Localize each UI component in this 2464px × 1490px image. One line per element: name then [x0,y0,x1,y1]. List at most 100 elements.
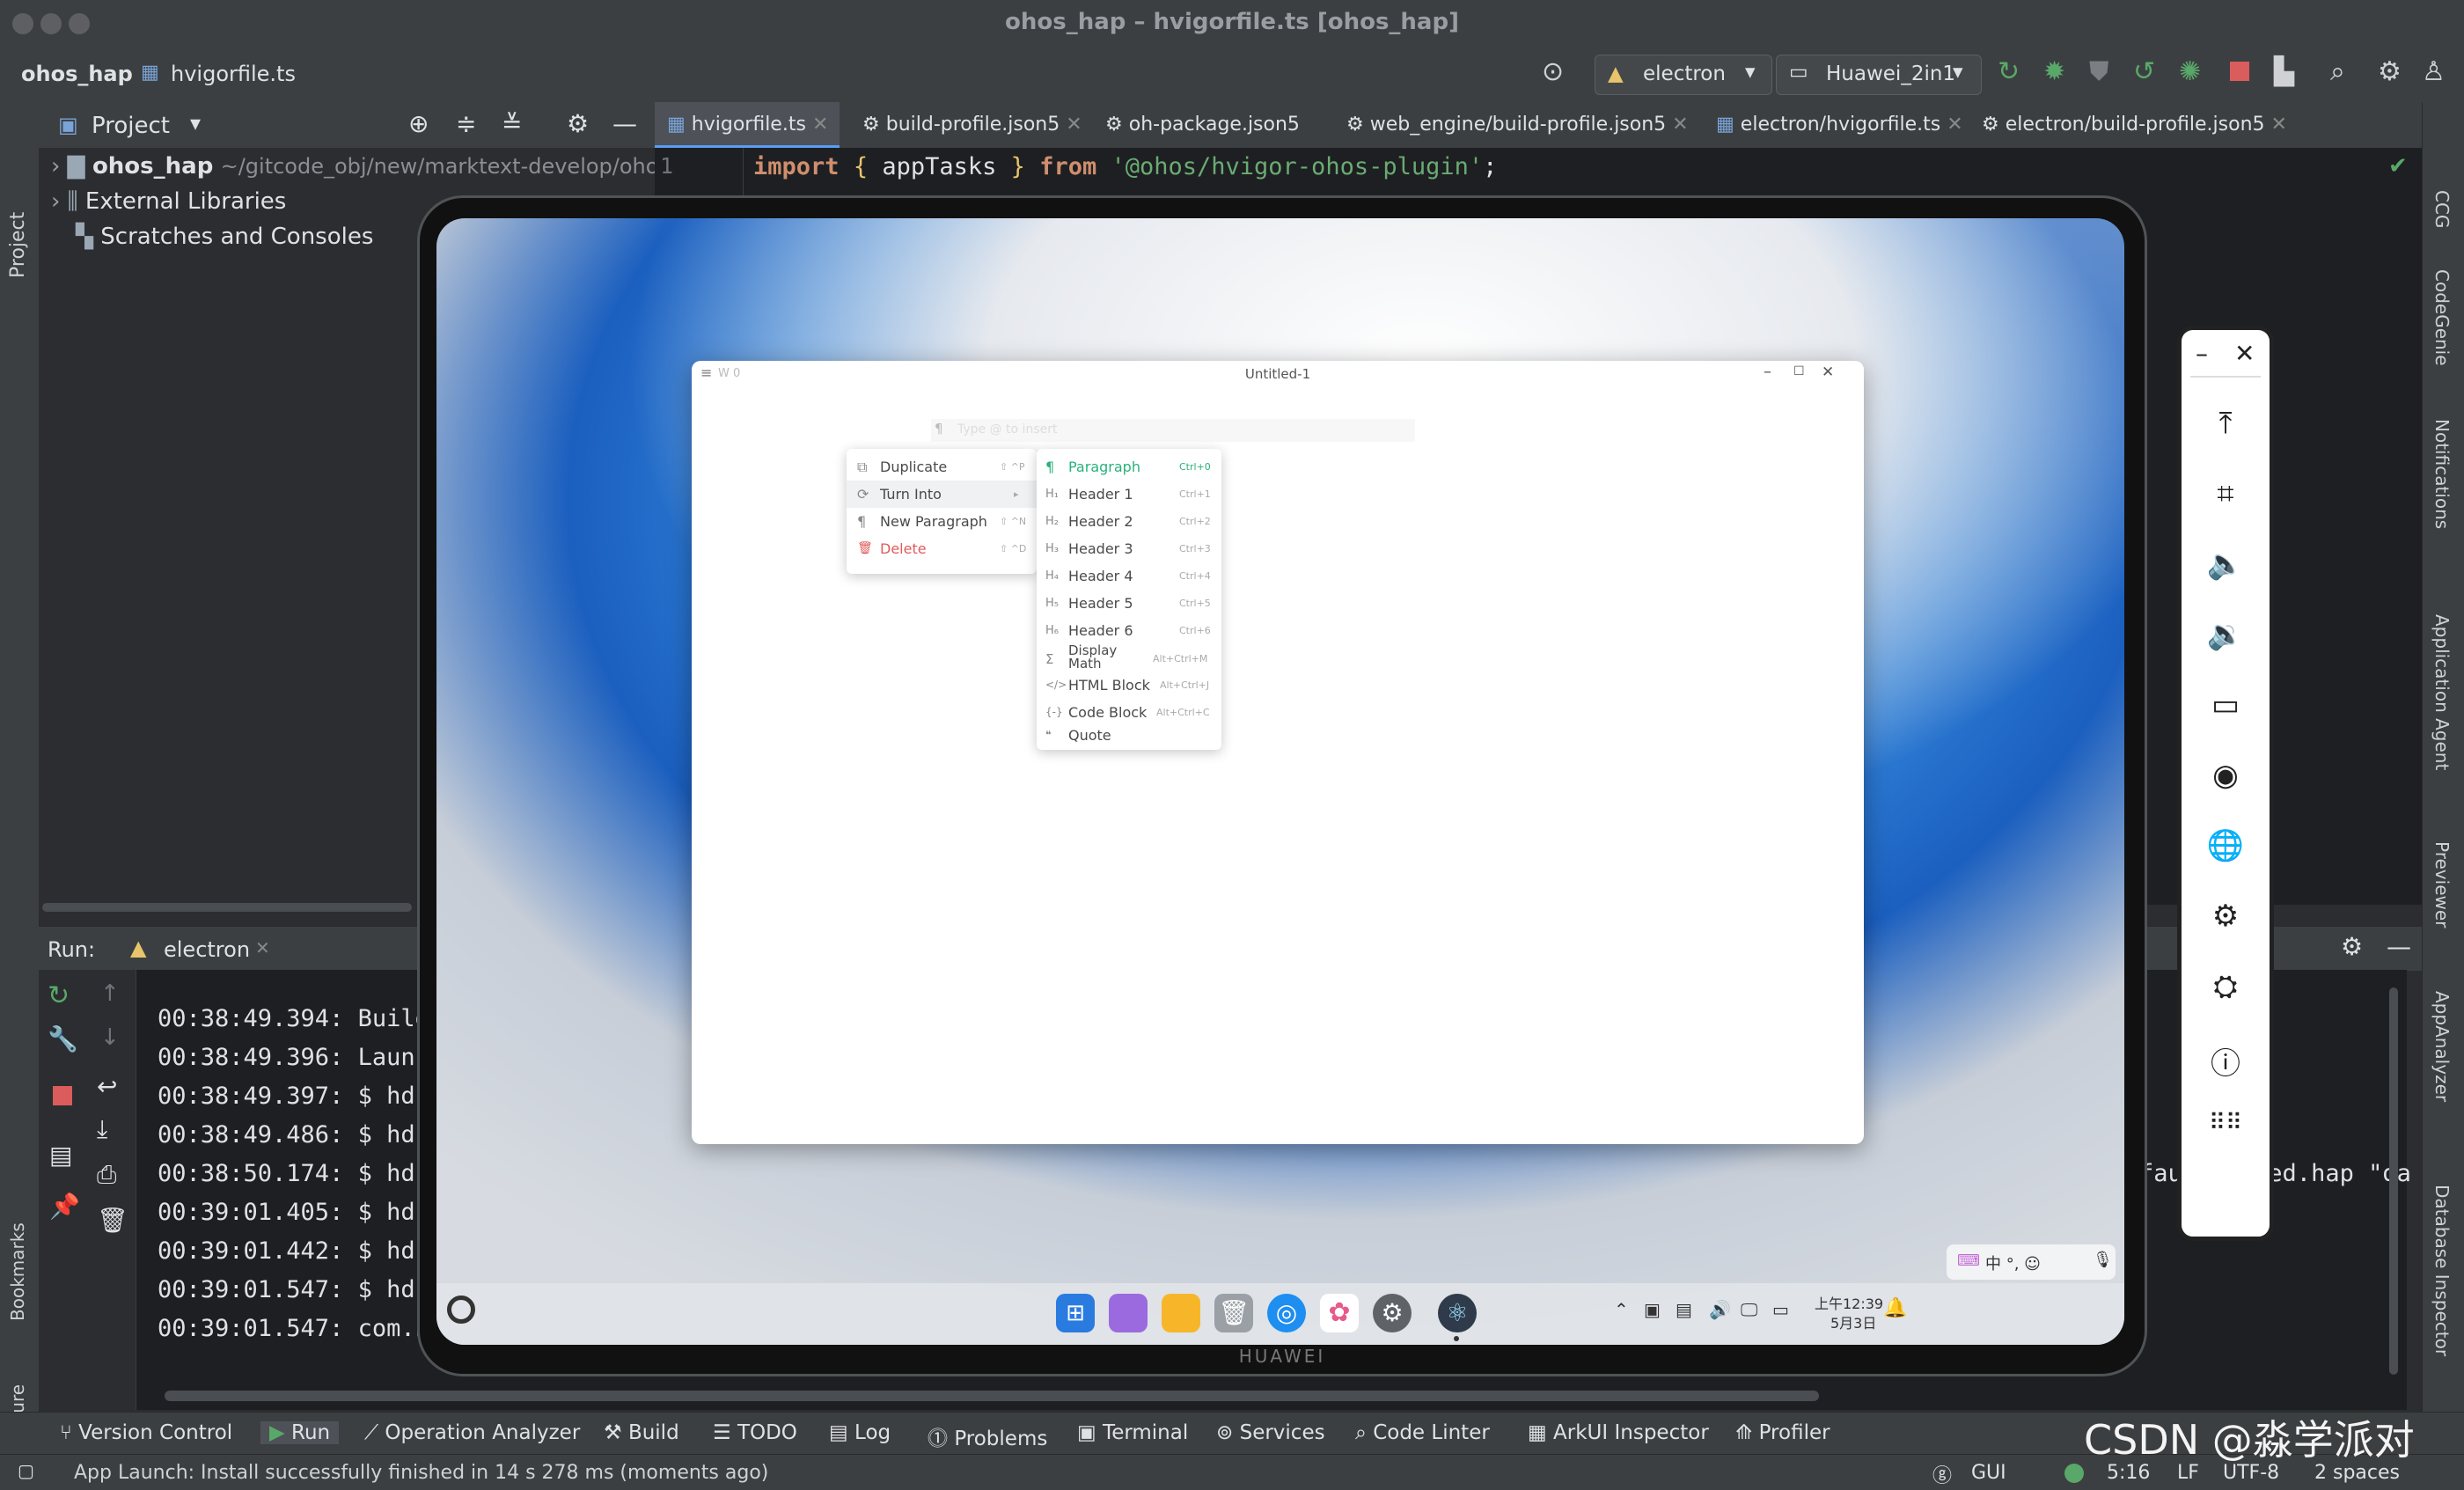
pin-icon[interactable]: 📌 [49,1192,80,1221]
operation-analyzer-tab[interactable]: ⟋ Operation Analyzer [364,1421,580,1444]
tree-item-external-libraries[interactable]: › ⫼ External Libraries [51,188,286,216]
collapse-all-icon[interactable]: ≚ [502,109,522,138]
scroll-down-icon[interactable]: ↓ [100,1024,120,1051]
volume-down-icon[interactable]: 🔉 [2182,617,2270,652]
files-icon[interactable] [1162,1294,1200,1332]
rotate-icon[interactable]: ◉ [2182,758,2270,793]
target-icon[interactable]: ⊙ [1542,56,1564,87]
expand-all-icon[interactable]: ≑ [456,109,476,138]
submenu-item-html-block[interactable]: </> HTML Block Alt+Ctrl+J [1037,672,1221,699]
profile-icon[interactable]: ✺ [2179,56,2201,87]
submenu-item-display-math[interactable]: Σ Display Math Alt+Ctrl+M [1037,644,1221,672]
project-structure-icon[interactable]: ▙ [2274,56,2294,87]
database-inspector-tool-tab[interactable]: Database Inspector [2431,1185,2453,1356]
codegenie-tool-tab[interactable]: CodeGenie [2431,269,2453,366]
volume-icon[interactable]: 🔊 [1709,1299,1731,1320]
project-tool-tab[interactable]: Project [7,212,29,278]
build-tab[interactable]: ⚒ Build [604,1421,679,1444]
application-agent-tool-tab[interactable]: Application Agent [2431,614,2453,770]
tab-hvigorfile[interactable]: ▦ hvigorfile.ts ✕ [655,102,840,148]
more-icon[interactable]: ⠿⠿ [2182,1110,2270,1136]
console-vertical-scrollbar[interactable] [2389,987,2398,1375]
browser-icon[interactable]: ◎ [1267,1294,1306,1332]
home-button-icon[interactable] [447,1295,475,1324]
close-icon[interactable]: ✕ [2234,339,2255,368]
stop-icon[interactable] [2230,62,2249,81]
hide-panel-icon[interactable]: — [612,109,637,138]
log-tab[interactable]: ▤ Log [829,1421,891,1444]
codegenie-status-icon[interactable]: ⓖ [1932,1460,1952,1488]
appanalyzer-tool-tab[interactable]: AppAnalyzer [2431,991,2453,1102]
trash-icon[interactable]: 🗑 [97,1206,128,1235]
tab-build-profile[interactable]: ⚙ build-profile.json5 ✕ [850,102,1088,148]
breadcrumb-project[interactable]: ohos_hap [21,62,133,86]
electron-app-icon[interactable]: ⚛ [1438,1294,1477,1332]
hide-panel-icon[interactable]: — [2387,932,2411,961]
scroll-to-end-icon[interactable]: ⤓ [97,1114,107,1144]
layout-icon[interactable]: ▤ [49,1141,72,1170]
project-panel-title[interactable]: Project [92,113,170,139]
tab-web-engine-build-profile[interactable]: ⚙ web_engine/build-profile.json5 ✕ [1334,102,1721,148]
account-icon[interactable]: ♙ [2422,56,2446,87]
minimize-icon[interactable]: – [1764,363,1771,381]
project-scrollbar[interactable] [42,903,412,912]
code-linter-tab[interactable]: ⌕ Code Linter [1355,1421,1490,1444]
locate-icon[interactable]: ⊕ [408,109,429,138]
app-grid-icon[interactable]: ⊞ [1056,1294,1095,1332]
battery-icon[interactable]: ▭ [1772,1299,1789,1320]
marktext-window[interactable]: ≡ W 0 Untitled-1 – ☐ ✕ ¶ Type @ to inser… [692,361,1864,1144]
console-scrollbar[interactable] [165,1391,1819,1401]
settings-icon[interactable]: ⚙ [2182,899,2270,934]
multitask-icon[interactable] [1109,1294,1148,1332]
run-tab[interactable]: ▶ Run [260,1421,340,1444]
apply-changes-icon[interactable]: ↺ [2133,56,2155,87]
submenu-item-header-3[interactable]: H₃ Header 3 Ctrl+3 [1037,535,1221,562]
version-control-tab[interactable]: ⑂ Version Control [60,1421,232,1444]
gear-icon[interactable]: ⚙ [2341,932,2363,961]
bell-icon[interactable]: 🔔 [1883,1297,1907,1319]
volume-up-icon[interactable]: 🔈 [2182,547,2270,582]
rerun-icon[interactable]: ↻ [48,980,70,1011]
clock-date[interactable]: 5月3日 [1830,1311,1876,1332]
clock-time[interactable]: 上午12:39 [1815,1292,1883,1313]
code-line-1[interactable]: import { appTasks } from '@ohos/hvigor-o… [753,153,1497,180]
network-icon[interactable]: 🌐 [2182,828,2270,863]
attach-debugger-icon[interactable]: ⛊ [2089,56,2109,87]
run-tab-electron[interactable]: electron [164,937,250,962]
tree-item-scratches[interactable]: ▚ Scratches and Consoles [76,224,373,250]
submenu-item-header-2[interactable]: H₂ Header 2 Ctrl+2 [1037,508,1221,535]
toggle-panels-icon[interactable]: ▢ [18,1460,34,1481]
power-button-icon[interactable]: ▭ [2182,687,2270,723]
soft-wrap-icon[interactable]: ↩ [97,1072,117,1101]
settings-icon[interactable]: ⚙ [2378,56,2402,87]
close-icon[interactable]: ✕ [255,937,270,958]
gui-status[interactable]: GUI [1971,1462,2006,1484]
chevron-up-icon[interactable]: ⌃ [1614,1299,1629,1320]
tree-item-ohos-hap[interactable]: › ▇ ohos_hap ~/gitcode_obj/new/marktext-… [51,153,658,180]
submenu-item-header-6[interactable]: H₆ Header 6 Ctrl+6 [1037,617,1221,644]
minimize-icon[interactable]: – [2196,339,2208,368]
status-message[interactable]: App Launch: Install successfully finishe… [74,1462,768,1484]
previewer-tool-tab[interactable]: Previewer [2431,841,2453,928]
chevron-down-icon[interactable]: ▾ [190,111,201,136]
submenu-item-header-5[interactable]: H₅ Header 5 Ctrl+5 [1037,590,1221,617]
emulator-screen[interactable]: ≡ W 0 Untitled-1 – ☐ ✕ ¶ Type @ to inser… [436,218,2124,1345]
services-tab[interactable]: ⊚ Services [1216,1421,1325,1444]
display-icon[interactable]: 🖵 [1741,1299,1757,1320]
ccg-tool-tab[interactable]: CCG [2431,190,2453,228]
menu-item-new-paragraph[interactable]: ¶ New Paragraph ⇧ ^N [847,508,1037,535]
settings-icon[interactable]: ⚙ [1373,1294,1412,1332]
microphone-icon[interactable]: 🎙 [2093,1251,2113,1269]
device-select[interactable]: ▭ Huawei_2in1 ▾ [1776,55,1982,95]
stop-icon[interactable] [53,1086,72,1105]
trash-icon[interactable]: 🗑 [1214,1294,1253,1332]
clipboard-icon[interactable]: ▤ [1676,1299,1692,1320]
screenshot-crop-icon[interactable]: ⌗ [2182,476,2270,511]
maximize-icon[interactable]: ☐ [1793,364,1805,378]
debug-icon[interactable]: ✹ [2043,56,2065,87]
problems-tab[interactable]: ⓵ Problems [928,1421,1047,1451]
close-icon[interactable]: ✕ [1822,363,1834,381]
ime-options[interactable]: 中 °, ☺ [1985,1251,2041,1274]
submenu-item-header-4[interactable]: H₄ Header 4 Ctrl+4 [1037,562,1221,590]
submenu-item-paragraph[interactable]: ¶ Paragraph Ctrl+0 [1037,453,1221,481]
